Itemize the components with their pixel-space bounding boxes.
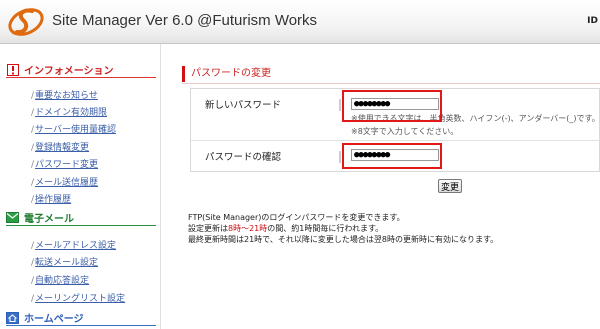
sidebar-section-information[interactable]: インフォメーション: [6, 62, 156, 78]
change-button[interactable]: 変更: [438, 179, 462, 193]
mail-icon: [6, 212, 19, 224]
password-length-hint: ※8文字で入力してください。: [351, 127, 459, 136]
sidebar-item-domain-expiry[interactable]: /ドメイン有効期限: [31, 105, 107, 118]
app-title: Site Manager Ver 6.0 @Futurism Works: [52, 12, 318, 29]
sidebar-item-mail-history[interactable]: /メール送信履歴: [31, 175, 98, 188]
sidebar-item-auto-reply[interactable]: /自動応答設定: [31, 273, 89, 286]
sidebar-section-label: インフォメーション: [24, 66, 114, 77]
title-underline: [182, 83, 600, 84]
sidebar-section-label: 電子メール: [24, 214, 74, 225]
sidebar-item-registration-change[interactable]: /登録情報変更: [31, 140, 89, 153]
sidebar-item-password-change[interactable]: /パスワード変更: [31, 157, 98, 170]
description-line: 最終更新時間は21時で、それ以降に変更した場合は翌8時の更新時に有効になります。: [188, 235, 499, 244]
column-separator: [339, 151, 341, 163]
sidebar-item-mailing-list[interactable]: /メーリングリスト設定: [31, 291, 125, 304]
description-line: FTP(Site Manager)のログインパスワードを変更できます。: [188, 213, 405, 222]
confirm-password-label: パスワードの確認: [205, 152, 282, 163]
logo-icon: [6, 3, 46, 41]
sidebar-item-important-notices[interactable]: /重要なお知らせ: [31, 88, 98, 101]
page-title: パスワードの変更: [182, 66, 271, 82]
description-line: 設定更新は8時～21時の間、約1時間毎に行われます。: [188, 224, 384, 233]
highlight-box-new-password: [342, 90, 442, 122]
sidebar-divider: [160, 44, 161, 329]
sidebar-section-email[interactable]: 電子メール: [6, 210, 156, 226]
sidebar-item-operation-history[interactable]: /操作履歴: [31, 192, 71, 205]
highlight-box-confirm-password: [342, 143, 442, 169]
exclamation-icon: [6, 63, 19, 76]
sidebar-item-server-usage[interactable]: /サーバー使用量確認: [31, 122, 116, 135]
update-hours-highlight: 8時～21時: [228, 224, 268, 233]
sidebar: インフォメーション /重要なお知らせ /ドメイン有効期限 /サーバー使用量確認 …: [0, 44, 160, 329]
header-id-label: ID: [587, 16, 598, 26]
sidebar-section-homepage[interactable]: ホームページ: [6, 310, 156, 326]
new-password-label: 新しいパスワード: [205, 100, 282, 111]
column-separator: [339, 99, 341, 111]
app-header: Site Manager Ver 6.0 @Futurism Works ID: [0, 0, 600, 44]
sidebar-item-mail-forward[interactable]: /転送メール設定: [31, 255, 98, 268]
sidebar-item-mail-address[interactable]: /メールアドレス設定: [31, 238, 116, 251]
home-icon: [6, 311, 19, 324]
sidebar-section-label: ホームページ: [24, 314, 84, 325]
